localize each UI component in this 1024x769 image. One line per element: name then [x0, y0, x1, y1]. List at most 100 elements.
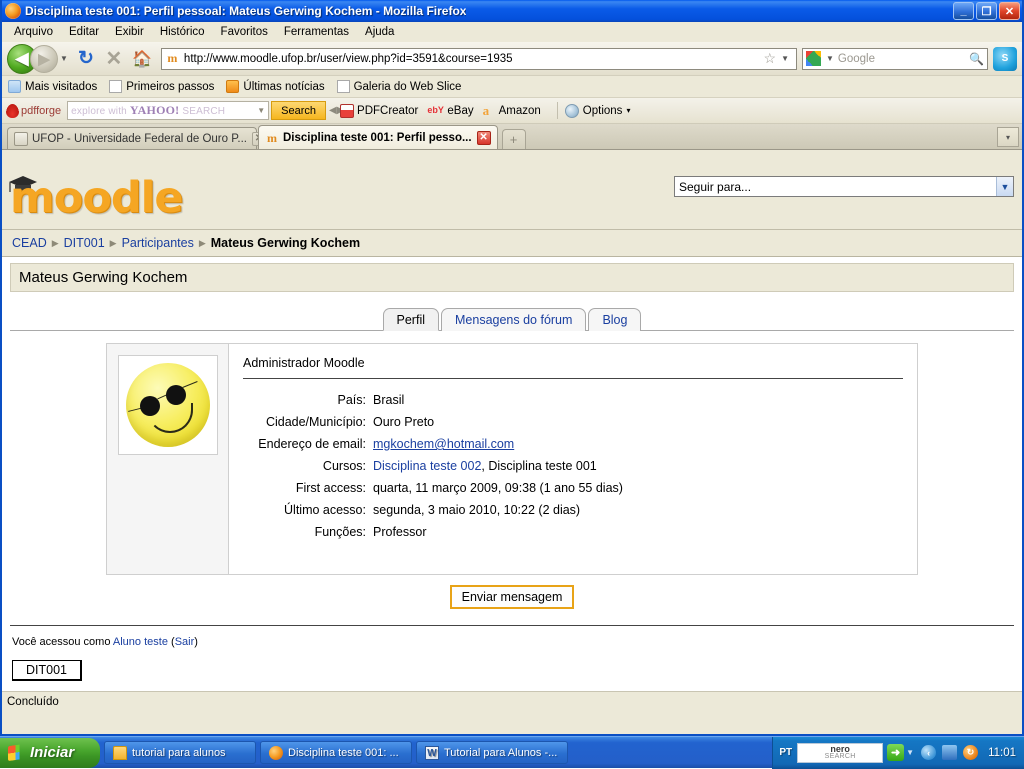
field-label: Último acesso:	[243, 499, 373, 521]
minimize-button[interactable]: _	[953, 2, 974, 20]
browser-tab-ufop[interactable]: UFOP - Universidade Federal de Ouro P...…	[7, 127, 257, 149]
tray-caret-icon[interactable]: ▼	[906, 748, 914, 757]
bookmark-mais-visitados[interactable]: Mais visitados	[8, 80, 97, 93]
breadcrumb-separator-icon: ▶	[52, 238, 59, 249]
send-message-button[interactable]: Enviar mensagem	[450, 585, 575, 609]
tab-close-icon[interactable]: ✕	[477, 131, 491, 145]
course-home-button[interactable]: DIT001	[12, 660, 82, 681]
history-dropdown-icon[interactable]: ▼	[60, 54, 68, 63]
windows-flag-icon	[8, 744, 24, 761]
course-rest: , Disciplina teste 001	[481, 459, 596, 473]
breadcrumb-item-cead[interactable]: CEAD	[12, 236, 47, 250]
bookmark-star-icon[interactable]: ☆	[764, 50, 777, 67]
home-icon[interactable]: 🏠	[128, 45, 156, 73]
field-label: Endereço de email:	[243, 433, 373, 455]
search-icon[interactable]: 🔍	[969, 52, 984, 66]
moodle-logo[interactable]: moodle	[10, 174, 183, 222]
menu-exibir[interactable]: Exibir	[107, 24, 152, 40]
field-value: mgkochem@hotmail.com	[373, 433, 514, 455]
toolbar-grip[interactable]: ◀▶	[329, 105, 337, 116]
skype-icon[interactable]: S	[993, 47, 1017, 71]
menu-bar: Arquivo Editar Exibir Histórico Favorito…	[2, 22, 1022, 42]
browser-tab-strip: UFOP - Universidade Federal de Ouro P...…	[2, 124, 1022, 150]
options-caret-icon[interactable]: ▾	[626, 106, 630, 115]
url-bar[interactable]: m http://www.moodle.ufop.br/user/view.ph…	[161, 48, 797, 70]
ebay-button[interactable]: ebY eBay	[427, 105, 473, 117]
menu-arquivo[interactable]: Arquivo	[6, 24, 61, 40]
tray-icon-network[interactable]	[942, 745, 957, 760]
tray-icon-back-arrow[interactable]: ‹	[921, 745, 936, 760]
language-indicator[interactable]: PT	[779, 747, 792, 758]
course-link[interactable]: Disciplina teste 002	[373, 459, 481, 473]
menu-favoritos[interactable]: Favoritos	[213, 24, 276, 40]
moodle-header: moodle Seguir para... ▼	[2, 168, 1022, 230]
yahoo-search-button[interactable]: Search	[271, 101, 326, 120]
taskbar-button-word-doc[interactable]: W Tutorial para Alunos -...	[416, 741, 568, 764]
start-button[interactable]: Iniciar	[0, 738, 100, 768]
pdfforge-brand-label: pdfforge	[21, 105, 61, 117]
forward-button[interactable]: ▶	[30, 45, 58, 73]
breadcrumb: CEAD ▶ DIT001 ▶ Participantes ▶ Mateus G…	[2, 230, 1022, 257]
amazon-label: Amazon	[499, 105, 541, 117]
url-text[interactable]: http://www.moodle.ufop.br/user/view.php?…	[184, 53, 764, 65]
stop-icon[interactable]: ✕	[100, 45, 128, 73]
bookmark-ultimas-noticias[interactable]: Últimas notícias	[226, 80, 324, 93]
field-value: Disciplina teste 002, Disciplina teste 0…	[373, 455, 597, 477]
url-dropdown-icon[interactable]: ▼	[781, 54, 789, 63]
bookmark-label: Mais visitados	[25, 81, 97, 93]
yahoo-search-input[interactable]: explore with YAHOO! SEARCH ▼	[67, 101, 269, 120]
current-user-link[interactable]: Aluno teste	[113, 636, 168, 648]
status-bar: Concluído	[2, 691, 1022, 712]
bookmark-galeria-web-slice[interactable]: Galeria do Web Slice	[337, 80, 462, 93]
field-label: First access:	[243, 477, 373, 499]
search-bar[interactable]: ▼ Google 🔍	[802, 48, 988, 70]
close-button[interactable]: ✕	[999, 2, 1020, 20]
bookmark-label: Últimas notícias	[243, 81, 324, 93]
menu-editar[interactable]: Editar	[61, 24, 107, 40]
tray-icon-update[interactable]: ↻	[963, 745, 978, 760]
pdfcreator-button[interactable]: PDFCreator	[340, 104, 418, 118]
email-link[interactable]: mgkochem@hotmail.com	[373, 437, 514, 451]
options-button[interactable]: Options ▾	[565, 104, 631, 118]
avatar-cell	[107, 344, 229, 574]
amazon-icon: a	[483, 104, 496, 117]
flame-icon	[6, 104, 19, 118]
menu-ferramentas[interactable]: Ferramentas	[276, 24, 357, 40]
go-arrow-icon[interactable]: ➜	[887, 744, 904, 761]
amazon-button[interactable]: a Amazon	[483, 104, 541, 117]
field-value: Brasil	[373, 389, 404, 411]
maximize-button[interactable]: ❐	[976, 2, 997, 20]
search-input[interactable]: Google	[838, 53, 969, 65]
nero-search-box[interactable]: nero SEARCH	[797, 743, 883, 763]
logout-link[interactable]: Sair	[175, 636, 195, 648]
firefox-icon	[5, 3, 21, 19]
clock[interactable]: 11:01	[988, 747, 1016, 759]
jump-to-select[interactable]: Seguir para... ▼	[674, 176, 1014, 197]
back-arrow-icon: ‹	[921, 745, 936, 760]
search-engine-caret-icon[interactable]: ▼	[826, 54, 834, 63]
login-info: Você acessou como Aluno teste (Sair)	[2, 626, 1022, 648]
smile-mouth	[147, 403, 193, 433]
breadcrumb-item-dit001[interactable]: DIT001	[64, 236, 105, 250]
logged-in-prefix: Você acessou como	[12, 636, 113, 648]
page-icon	[109, 80, 122, 93]
tab-mensagens-do-forum[interactable]: Mensagens do fórum	[441, 308, 586, 331]
tab-blog[interactable]: Blog	[588, 308, 641, 331]
bookmark-primeiros-passos[interactable]: Primeiros passos	[109, 80, 214, 93]
field-row-cidade: Cidade/Município: Ouro Preto	[243, 411, 903, 433]
taskbar-button-firefox[interactable]: Disciplina teste 001: ...	[260, 741, 412, 764]
pdf-icon	[340, 104, 354, 118]
menu-ajuda[interactable]: Ajuda	[357, 24, 402, 40]
menu-historico[interactable]: Histórico	[152, 24, 213, 40]
yahoo-dropdown-icon[interactable]: ▼	[257, 106, 265, 115]
reload-icon[interactable]: ↻	[72, 45, 100, 73]
chevron-down-icon[interactable]: ▼	[996, 177, 1013, 196]
breadcrumb-item-participantes[interactable]: Participantes	[122, 236, 194, 250]
new-tab-button[interactable]: +	[502, 129, 526, 149]
pdfforge-logo[interactable]: pdfforge	[6, 104, 61, 118]
taskbar-button-tutorial-folder[interactable]: tutorial para alunos	[104, 741, 256, 764]
tab-list-button[interactable]: ▾	[997, 127, 1019, 147]
browser-tab-disciplina[interactable]: m Disciplina teste 001: Perfil pesso... …	[258, 125, 498, 149]
avatar[interactable]	[118, 355, 218, 455]
tab-perfil[interactable]: Perfil	[383, 308, 439, 331]
